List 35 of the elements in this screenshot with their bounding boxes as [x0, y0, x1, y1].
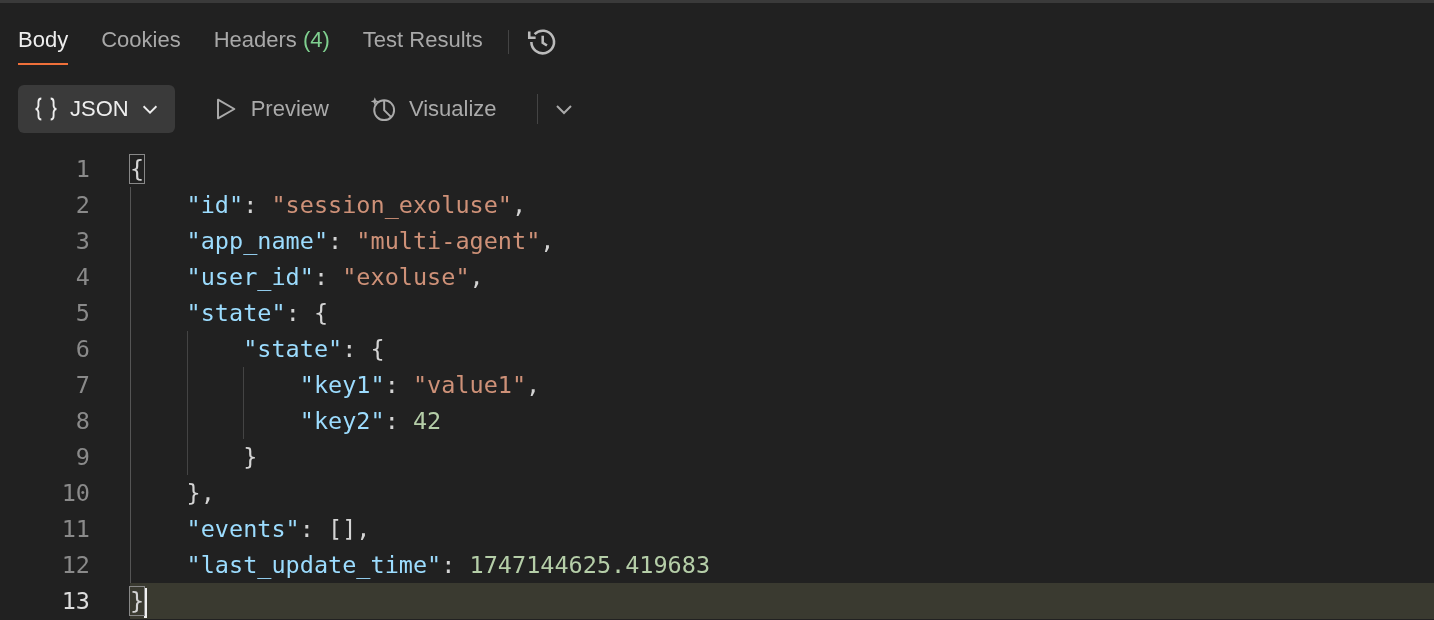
preview-button[interactable]: Preview [210, 95, 329, 123]
tab[interactable]: Body [18, 23, 69, 65]
line-number: 6 [74, 334, 90, 365]
line-number: 12 [60, 550, 90, 581]
code-line: } [130, 583, 148, 619]
sparkle-chart-icon [368, 95, 397, 123]
line-number: 3 [74, 226, 90, 257]
line-number: 11 [60, 514, 90, 545]
line-number: 7 [74, 370, 90, 401]
format-dropdown[interactable]: JSON [18, 85, 175, 133]
code-line: "state": { [186, 298, 329, 329]
tab[interactable]: Cookies [101, 23, 181, 65]
code-line: "events": [], [186, 514, 371, 545]
line-number: 9 [74, 442, 90, 473]
code-line: { [130, 154, 145, 185]
text-cursor [144, 587, 148, 618]
code-line: }, [186, 478, 215, 509]
code-line: "key1": "value1", [299, 370, 541, 401]
line-number: 1 [74, 154, 90, 185]
code-line: "key2": 42 [299, 406, 442, 437]
code-line: "user_id": "exoluse", [186, 262, 484, 293]
line-number: 5 [74, 298, 90, 329]
code-line: "id": "session_exoluse", [186, 190, 527, 221]
line-number: 8 [74, 406, 90, 437]
visualize-button[interactable]: Visualize [368, 95, 497, 123]
line-number: 13 [60, 586, 90, 617]
code-line: "state": { [243, 334, 385, 365]
code-line: "last_update_time": 1747144625.419683 [186, 550, 711, 581]
code-line: "app_name": "multi-agent", [186, 226, 555, 257]
code-line: } [243, 442, 258, 473]
tab[interactable]: Headers (4) [213, 23, 330, 65]
line-number: 10 [60, 478, 90, 509]
line-number: 2 [74, 190, 90, 221]
tab[interactable]: Test Results [362, 23, 483, 65]
line-number: 4 [74, 262, 90, 293]
